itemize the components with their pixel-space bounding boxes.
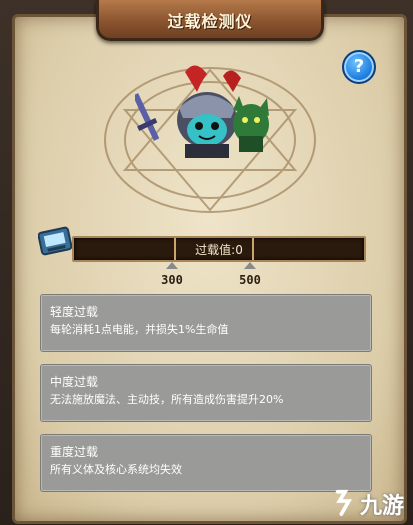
knight-character — [177, 92, 237, 158]
level-card-heavy: 重度过载 所有义体及核心系统均失效 — [40, 434, 372, 492]
marker-triangle-icon — [244, 262, 256, 269]
overload-label: 过载值 — [195, 243, 232, 257]
sword-icon — [132, 93, 160, 141]
level-title: 重度过载 — [50, 445, 99, 459]
overload-meter-icon — [37, 226, 76, 256]
watermark-icon — [335, 489, 353, 516]
goblin-character — [233, 96, 269, 152]
marker-triangle-icon — [166, 262, 178, 269]
watermark-logo: 九游 — [330, 486, 410, 519]
panel-title: 过载检测仪 — [167, 12, 253, 31]
overload-value-text: 过载值:0 — [195, 243, 243, 257]
level-card-light: 轻度过载 每轮消耗1点电能，并损失1%生命值 — [40, 294, 372, 352]
title-plate: 过载检测仪 — [96, 0, 324, 41]
threshold-value: 500 — [239, 273, 261, 287]
threshold-value: 300 — [161, 273, 183, 287]
overload-value: 0 — [235, 243, 243, 257]
overload-bar: 过载值:0 — [72, 236, 366, 262]
help-button[interactable]: ? — [342, 50, 376, 84]
level-card-medium: 中度过载 无法施放魔法、主动技，所有造成伤害提升20% — [40, 364, 372, 422]
level-title: 轻度过载 — [50, 305, 99, 319]
threshold-marker-300: 300 — [152, 262, 192, 287]
level-desc: 每轮消耗1点电能，并损失1%生命值 — [50, 323, 229, 336]
watermark-text: 九游 — [360, 494, 405, 519]
level-title: 中度过载 — [50, 375, 99, 389]
level-desc: 所有义体及核心系统均失效 — [50, 463, 182, 476]
threshold-marker-500: 500 — [230, 262, 270, 287]
level-desc: 无法施放魔法、主动技，所有造成伤害提升20% — [50, 393, 284, 406]
character-group-image — [132, 62, 275, 162]
